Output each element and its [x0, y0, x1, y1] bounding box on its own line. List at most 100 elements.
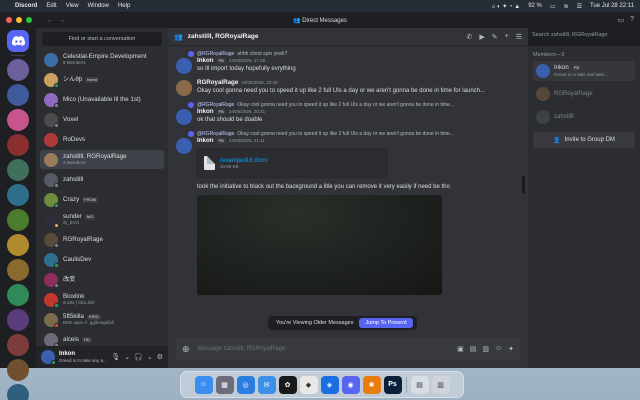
server-icon[interactable]	[7, 334, 29, 356]
safari-icon[interactable]: ◎	[236, 375, 255, 394]
mail-icon[interactable]: ✉	[257, 375, 276, 394]
jump-to-present-button[interactable]: Jump To Present	[359, 318, 413, 328]
microphone-icon[interactable]: 🎙	[111, 353, 120, 361]
wifi-icon[interactable]: ≋	[564, 3, 569, 10]
minimize-window-button[interactable]	[16, 17, 22, 23]
message-avatar[interactable]	[176, 80, 192, 96]
chat-title[interactable]: zahstilll, RGRoyalRage	[188, 33, 259, 40]
member-item[interactable]: RGRoyalRage	[533, 84, 635, 104]
server-icon[interactable]	[7, 159, 29, 181]
video-icon[interactable]: ▶	[479, 33, 484, 41]
status-icons[interactable]: ⌂ ◐ ✦ ◔ ▲	[492, 3, 521, 10]
openai-icon[interactable]: ✿	[278, 375, 297, 394]
dm-item[interactable]: Crazy FROM	[40, 190, 164, 209]
settings-gear-icon[interactable]: ⚙	[157, 353, 163, 361]
dm-item[interactable]: alceis HD	[40, 330, 164, 346]
gift-icon[interactable]: ▣	[457, 345, 464, 353]
dm-item[interactable]: Bloxlink/invite | blox.link	[40, 290, 164, 309]
server-icon[interactable]	[7, 209, 29, 231]
reply-preview[interactable]: @RGRoyalRage ahhh chest spin yeah?	[188, 50, 518, 57]
dm-item[interactable]: RoDevs	[40, 130, 164, 149]
server-icon[interactable]	[7, 184, 29, 206]
user-avatar[interactable]	[41, 350, 56, 365]
menu-help[interactable]: Help	[118, 3, 130, 9]
message-author[interactable]: Inkon	[197, 108, 214, 116]
search-input[interactable]: Search zahstilll, RGRoyalRage	[528, 29, 638, 42]
pin-icon[interactable]: ✎	[492, 33, 498, 41]
member-item[interactable]: zahstilll	[533, 107, 635, 127]
server-icon[interactable]	[7, 284, 29, 306]
server-icon[interactable]	[7, 59, 29, 81]
reply-preview[interactable]: @RGRoyalRage Okay cool gonna need you to …	[188, 101, 518, 108]
chevron-down-icon[interactable]: ⌄	[147, 353, 153, 361]
discord-icon[interactable]: ◉	[341, 375, 360, 394]
attach-plus-icon[interactable]: ⊕	[182, 344, 190, 355]
sticker-icon[interactable]: ▥	[482, 345, 489, 353]
server-icon[interactable]	[7, 234, 29, 256]
attachment-filename[interactable]: revampedUI.rbxm	[220, 158, 268, 164]
menu-clock[interactable]: Tue Jul 28 22:11	[590, 3, 634, 9]
dm-item[interactable]: 改变	[40, 270, 164, 289]
dm-item[interactable]: zahstilll, RGRoyalRage 3 Members	[40, 150, 164, 169]
dm-item[interactable]: CaulisDev	[40, 250, 164, 269]
trash-icon[interactable]: ▥	[431, 375, 450, 394]
inbox-icon[interactable]: ▭	[617, 16, 624, 24]
dm-item[interactable]: シんθþ blend	[40, 70, 164, 89]
image-attachment[interactable]	[197, 195, 442, 295]
dm-item[interactable]: Mico (Unavailable til the 1st)	[40, 90, 164, 109]
dm-item[interactable]: Celestial-Empire Development 8 Members	[40, 50, 164, 69]
chevron-down-icon[interactable]: ⌄	[124, 353, 130, 361]
dm-item[interactable]: sunder MO ily_EVO	[40, 210, 164, 229]
dm-item[interactable]: RGRoyalRage	[40, 230, 164, 249]
roblox-studio-icon[interactable]: ◈	[320, 375, 339, 394]
battery-icon[interactable]: ▭	[550, 3, 556, 10]
gif-icon[interactable]: ▤	[470, 345, 477, 353]
headphones-icon[interactable]: 🎧	[134, 353, 143, 361]
forward-arrow-icon[interactable]: →	[59, 17, 66, 24]
add-member-icon[interactable]: +	[505, 33, 509, 40]
find-conversation-button[interactable]: Find or start a conversation	[42, 32, 162, 46]
menu-edit[interactable]: Edit	[46, 3, 56, 9]
invite-group-dm-button[interactable]: 👤 Invite to Group DM	[533, 132, 635, 148]
zoom-window-button[interactable]	[26, 17, 32, 23]
menu-window[interactable]: Window	[88, 3, 109, 9]
menu-view[interactable]: View	[66, 3, 79, 9]
reply-preview[interactable]: @RGRoyalRage Okay cool gonna need you to …	[188, 130, 518, 137]
menu-app-name[interactable]: Discord	[15, 3, 37, 9]
discord-home-button[interactable]	[7, 30, 29, 52]
member-item[interactable]: Inkon PB Greed is to take and take...	[533, 61, 635, 81]
message-avatar[interactable]	[176, 58, 192, 74]
server-icon[interactable]	[7, 109, 29, 131]
back-arrow-icon[interactable]: ←	[46, 17, 53, 24]
message-avatar[interactable]	[176, 109, 192, 125]
server-icon[interactable]	[7, 384, 29, 400]
emoji-icon[interactable]: ☺	[495, 345, 502, 353]
roblox-icon[interactable]: ◆	[299, 375, 318, 394]
user-name[interactable]: Inkon	[59, 351, 107, 358]
message-avatar[interactable]	[176, 138, 192, 154]
member-list-icon[interactable]: ☰	[516, 33, 522, 41]
downloads-icon[interactable]: ▤	[410, 375, 429, 394]
blender-icon[interactable]: ✺	[362, 375, 381, 394]
control-center-icon[interactable]: ☰	[577, 3, 582, 10]
scrollbar[interactable]	[522, 176, 525, 194]
dm-item[interactable]: 5ft5killa KRIG DMs open // .gg/kriegsfall	[40, 310, 164, 329]
dm-item[interactable]: Voxel	[40, 110, 164, 129]
dm-item[interactable]: zahstilll	[40, 170, 164, 189]
close-window-button[interactable]	[6, 17, 12, 23]
message-author[interactable]: Inkon	[197, 137, 214, 145]
launchpad-icon[interactable]: ▦	[215, 375, 234, 394]
message-input[interactable]: Message zahstilll, RGRoyalRage	[198, 346, 450, 352]
server-icon[interactable]	[7, 359, 29, 381]
server-icon[interactable]	[7, 309, 29, 331]
battery-percent[interactable]: 92 %	[528, 3, 542, 9]
message-author[interactable]: Inkon	[197, 57, 214, 65]
finder-icon[interactable]: ☺	[194, 375, 213, 394]
file-attachment[interactable]: revampedUI.rbxm 20.89 KB	[197, 148, 387, 178]
apps-icon[interactable]: ✦	[508, 345, 514, 353]
help-icon[interactable]: ?	[630, 16, 634, 24]
photoshop-icon[interactable]: Ps	[383, 375, 402, 394]
server-icon[interactable]	[7, 134, 29, 156]
server-icon[interactable]	[7, 84, 29, 106]
message-author[interactable]: RGRoyalRage	[197, 79, 238, 87]
